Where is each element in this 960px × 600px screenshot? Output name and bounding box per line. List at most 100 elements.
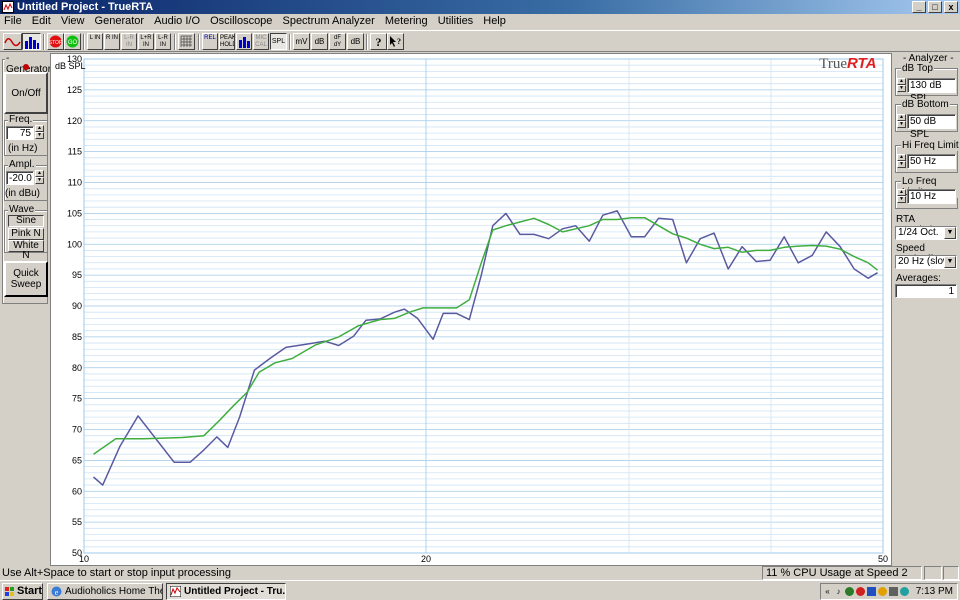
go-button[interactable]: GO: [64, 33, 81, 50]
svg-text:GO: GO: [68, 40, 78, 46]
lo-freq-input[interactable]: 10 Hz: [907, 189, 956, 204]
mic-calibration-button[interactable]: MIC CAL: [253, 33, 269, 50]
tray-expand-icon[interactable]: «: [823, 587, 832, 596]
spectrum-bars-icon: [25, 37, 39, 49]
help-button[interactable]: ?: [370, 33, 387, 50]
grid-button[interactable]: [178, 33, 195, 50]
relative-button[interactable]: REL: [202, 33, 218, 50]
truerta-icon: [170, 586, 181, 597]
wave-pink-noise-button[interactable]: Pink N: [8, 228, 44, 240]
menu-oscilloscope[interactable]: Oscilloscope: [210, 15, 272, 27]
menu-generator[interactable]: Generator: [95, 15, 145, 27]
maximize-button[interactable]: □: [928, 1, 942, 13]
oscilloscope-mode-button[interactable]: [3, 33, 22, 50]
db-top-spinner[interactable]: ▲ ▼: [897, 78, 906, 92]
spectrum-mode-button[interactable]: [22, 33, 41, 50]
left-input-button[interactable]: L IN: [87, 33, 103, 50]
menu-help[interactable]: Help: [483, 15, 506, 27]
db-bottom-input[interactable]: 50 dB SPL: [907, 114, 956, 140]
lo-freq-spinner[interactable]: ▲ ▼: [897, 189, 906, 203]
spin-down-icon[interactable]: ▼: [897, 196, 906, 203]
menu-view[interactable]: View: [61, 15, 85, 27]
averages-input[interactable]: 1: [895, 284, 957, 298]
delta-f-delta-y-button[interactable]: dF dY: [329, 33, 346, 50]
quick-sweep-button[interactable]: Quick Sweep: [4, 261, 48, 297]
wave-sine-button[interactable]: Sine: [8, 215, 44, 227]
dropdown-arrow-icon[interactable]: ▼: [944, 227, 956, 239]
spin-up-icon[interactable]: ▲: [897, 78, 906, 85]
speed-tradeoff-dropdown[interactable]: 20 Hz (slow) ▼: [895, 255, 957, 269]
spin-down-icon[interactable]: ▼: [897, 161, 906, 168]
minimize-button[interactable]: _: [912, 1, 926, 13]
toolbar-separator: [43, 34, 45, 50]
menu-edit[interactable]: Edit: [32, 15, 51, 27]
db-top-input[interactable]: 130 dB SPL: [907, 78, 956, 104]
taskbar: Start e Audioholics Home Theate... Untit…: [0, 580, 960, 600]
ampl-spinner[interactable]: ▲ ▼: [35, 170, 44, 184]
stop-button[interactable]: STOP: [47, 33, 64, 50]
menu-file[interactable]: File: [4, 15, 22, 27]
spin-up-icon[interactable]: ▲: [897, 154, 906, 161]
volume-icon[interactable]: ♪: [834, 587, 843, 596]
menu-utilities[interactable]: Utilities: [438, 15, 473, 27]
bar-graph-button[interactable]: [236, 33, 252, 50]
spin-down-icon[interactable]: ▼: [897, 85, 906, 92]
db-bottom-spinner[interactable]: ▲ ▼: [897, 114, 906, 128]
display-icon[interactable]: [889, 587, 898, 596]
context-help-button[interactable]: ?: [387, 33, 404, 50]
cpu-usage: 11 % CPU Usage at Speed 2: [762, 566, 922, 580]
spin-up-icon[interactable]: ▲: [35, 125, 44, 132]
series-line-smoothed: [93, 216, 879, 455]
taskbar-item-label: Untitled Project - Tru...: [184, 586, 286, 597]
y-tick-label: 80: [72, 363, 82, 373]
spin-down-icon[interactable]: ▼: [897, 121, 906, 128]
spin-down-icon[interactable]: ▼: [35, 177, 44, 184]
millivolt-button[interactable]: mV: [293, 33, 310, 50]
freq-spinner[interactable]: ▲ ▼: [35, 125, 44, 139]
hi-freq-label: Hi Freq Limit: [901, 140, 960, 151]
taskbar-item-truerta[interactable]: Untitled Project - Tru...: [166, 583, 286, 600]
spectrum-chart[interactable]: 50 55 60 65 70 75 80 85 90 95 100 105 110 115 120 125 13…: [50, 53, 892, 566]
taskbar-item-browser[interactable]: e Audioholics Home Theate...: [47, 583, 163, 600]
security-icon[interactable]: [856, 587, 865, 596]
browser-icon: e: [51, 586, 62, 597]
peak-hold-button[interactable]: PEAK HOLD: [219, 33, 235, 50]
toolbar: STOP GO L IN R IN L-R IN L+R IN L-R IN R…: [0, 30, 960, 52]
ampl-label: Ampl.: [8, 159, 36, 170]
spin-up-icon[interactable]: ▲: [897, 189, 906, 196]
messenger-icon[interactable]: [900, 587, 909, 596]
left-minus-right-input-button-2[interactable]: L-R IN: [155, 33, 171, 50]
freq-unit-label: (in Hz): [8, 143, 38, 154]
close-button[interactable]: x: [944, 1, 958, 13]
spin-up-icon[interactable]: ▲: [35, 170, 44, 177]
right-input-button[interactable]: R IN: [104, 33, 120, 50]
freq-input[interactable]: 75: [6, 126, 34, 140]
y-tick-label: 55: [72, 517, 82, 527]
ampl-input[interactable]: -20.0: [6, 171, 34, 185]
menu-metering[interactable]: Metering: [385, 15, 428, 27]
left-plus-right-input-button[interactable]: L+R IN: [138, 33, 154, 50]
db-readout-button[interactable]: dB: [347, 33, 364, 50]
menu-spectrum-analyzer[interactable]: Spectrum Analyzer: [282, 15, 374, 27]
hi-freq-spinner[interactable]: ▲ ▼: [897, 154, 906, 168]
bluetooth-icon[interactable]: [867, 587, 876, 596]
svg-text:STOP: STOP: [49, 40, 62, 46]
status-bar: Use Alt+Space to start or stop input pro…: [0, 566, 960, 580]
spl-button[interactable]: SPL: [270, 33, 287, 50]
menu-audio-io[interactable]: Audio I/O: [154, 15, 200, 27]
start-button[interactable]: Start: [2, 583, 43, 600]
generator-panel: - Generator - On/Off Freq. 75 ▲▼ (in Hz)…: [0, 53, 53, 565]
hi-freq-input[interactable]: 50 Hz: [907, 154, 956, 169]
spin-down-icon[interactable]: ▼: [35, 132, 44, 139]
wave-white-noise-button[interactable]: White N: [8, 240, 44, 261]
generator-onoff-button[interactable]: On/Off: [4, 72, 48, 114]
truerta-app-icon[interactable]: [2, 1, 14, 13]
spin-up-icon[interactable]: ▲: [897, 114, 906, 121]
left-minus-right-input-button[interactable]: L-R IN: [121, 33, 137, 50]
updates-icon[interactable]: [878, 587, 887, 596]
network-icon[interactable]: [845, 587, 854, 596]
db-button[interactable]: dB: [311, 33, 328, 50]
dropdown-arrow-icon[interactable]: ▼: [944, 256, 956, 268]
rta-resolution-dropdown[interactable]: 1/24 Oct. ▼: [895, 226, 957, 240]
stop-icon: STOP: [49, 35, 63, 48]
